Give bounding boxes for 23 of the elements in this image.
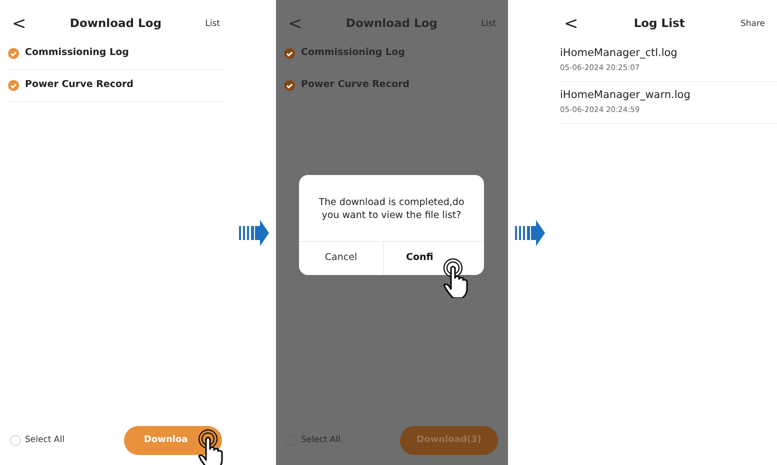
back-button[interactable]: <	[12, 16, 26, 32]
checkbox-icon[interactable]	[8, 48, 19, 59]
back-button[interactable]: <	[564, 16, 578, 32]
select-all-label: Select All	[25, 434, 64, 447]
file-name[interactable]: iHomeManager_warn.log	[560, 88, 777, 104]
checkbox-icon[interactable]	[284, 48, 295, 59]
arrow-icon	[239, 220, 269, 246]
checkbox-icon[interactable]	[284, 80, 295, 91]
header-action-button[interactable]: Share	[740, 18, 765, 30]
header-action-button[interactable]: List	[205, 18, 220, 30]
cancel-button[interactable]: Cancel	[299, 241, 383, 275]
log-type-label: Commissioning Log	[301, 46, 405, 60]
log-type-label: Power Curve Record	[25, 78, 134, 92]
select-all-label: Select All	[301, 434, 340, 447]
checkbox-icon[interactable]	[8, 80, 19, 91]
arrow-icon	[515, 220, 545, 246]
log-type-label: Power Curve Record	[301, 78, 410, 92]
screen-title: Download Log	[70, 15, 162, 32]
log-type-label: Commissioning Log	[25, 46, 129, 60]
file-name[interactable]: iHomeManager_ctl.log	[560, 46, 777, 62]
dialog-message: The download is completed,do you want to view the file list?	[318, 196, 466, 223]
screen-title: Download Log	[346, 15, 438, 32]
screen-title: Log List	[634, 15, 685, 32]
